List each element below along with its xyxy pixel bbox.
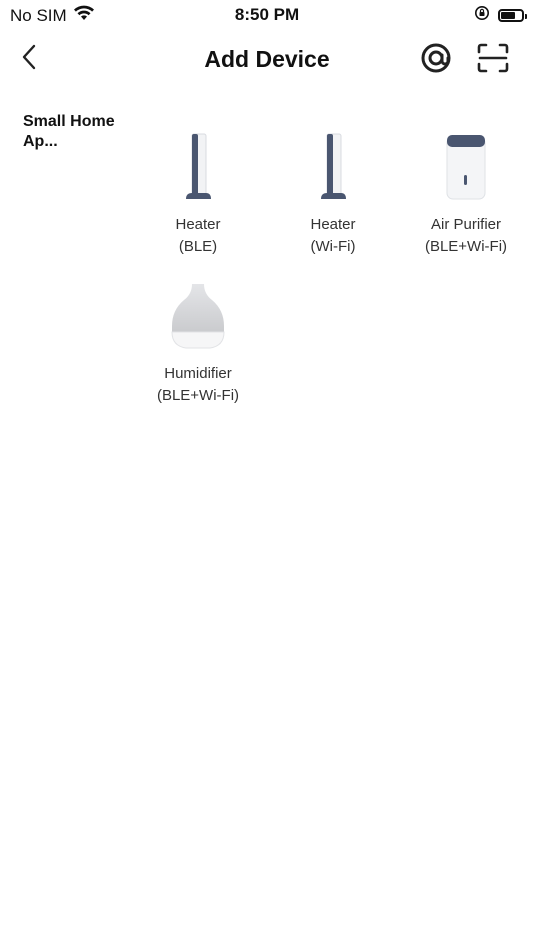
nav-bar: Add Device	[0, 36, 534, 84]
orientation-lock-icon	[474, 5, 490, 26]
tower-heater-icon	[183, 131, 213, 206]
at-button[interactable]	[418, 42, 454, 78]
device-air-purifier[interactable]: Air Purifier (BLE+Wi-Fi)	[406, 134, 526, 258]
device-protocol: (BLE)	[178, 238, 218, 255]
humidifier-icon	[168, 280, 228, 355]
device-heater-ble[interactable]: Heater (BLE)	[138, 131, 258, 258]
device-protocol: (Wi-Fi)	[310, 238, 356, 255]
device-protocol: (BLE+Wi-Fi)	[424, 238, 508, 255]
air-purifier-icon	[444, 131, 488, 206]
tower-heater-icon	[318, 131, 348, 206]
battery-icon	[498, 9, 527, 22]
status-time: 8:50 PM	[234, 5, 300, 24]
status-right	[474, 5, 527, 26]
device-heater-wifi[interactable]: Heater (Wi-Fi)	[273, 131, 393, 258]
device-name: Heater	[175, 216, 221, 233]
device-humidifier[interactable]: Humidifier (BLE+Wi-Fi)	[138, 283, 258, 407]
device-protocol: (BLE+Wi-Fi)	[156, 387, 240, 404]
scan-button[interactable]	[475, 42, 511, 78]
at-sign-icon	[420, 42, 452, 79]
category-small-home-appliances[interactable]: Small Home Ap...	[23, 112, 133, 152]
scan-icon	[477, 43, 509, 78]
device-name: Heater	[310, 216, 356, 233]
device-name: Air Purifier	[430, 216, 501, 233]
status-bar: No SIM 8:50 PM	[0, 0, 534, 30]
device-name: Humidifier	[164, 365, 232, 382]
